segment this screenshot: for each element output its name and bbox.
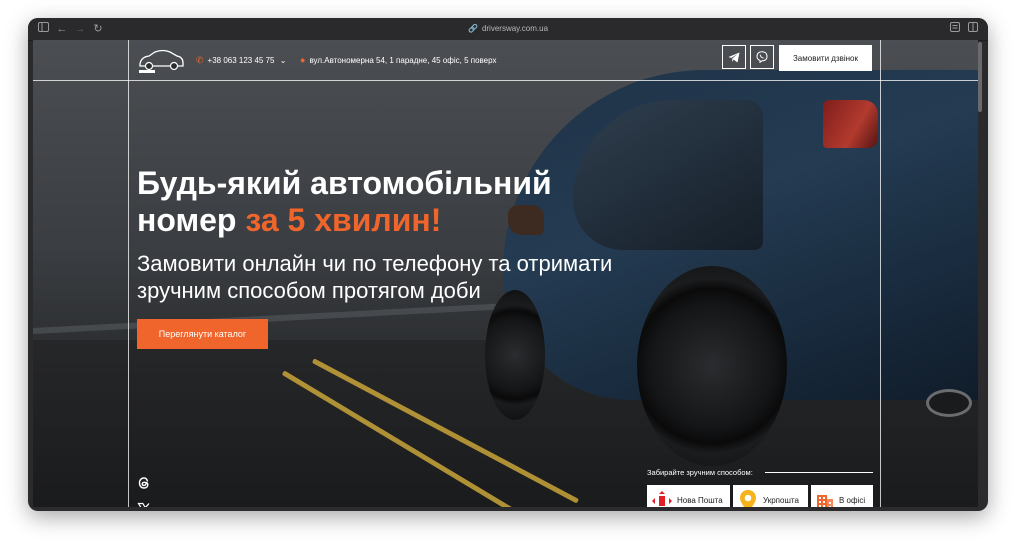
delivery-label: Забирайте зручним способом: <box>647 468 753 477</box>
delivery-option-nova-poshta[interactable]: Нова Пошта <box>647 485 730 507</box>
guard-rail <box>33 301 533 334</box>
site-logo[interactable] <box>137 46 185 74</box>
telegram-icon <box>728 52 740 62</box>
frame-line-right <box>880 40 881 507</box>
phone-icon: ✆ <box>196 55 204 65</box>
address-contact: ● вул.Автономерна 54, 1 парадне, 45 офіс,… <box>300 54 497 67</box>
page-scrollbar[interactable] <box>978 42 982 112</box>
browser-window: ← → ↻ 🔗 driversway.com.ua ✆ +38 063 123 … <box>28 18 988 511</box>
location-pin-icon: ● <box>300 55 306 65</box>
nova-poshta-icon <box>652 490 672 506</box>
browser-toolbar: ← → ↻ 🔗 driversway.com.ua <box>28 18 988 41</box>
delivery-option-label: Нова Пошта <box>677 496 723 505</box>
hero-title-line2-prefix: номер <box>137 202 246 238</box>
phone-number: +38 063 123 45 75 <box>207 56 275 65</box>
x-twitter-icon[interactable] <box>137 502 151 507</box>
ukrposhta-icon <box>740 489 756 507</box>
tabs-overview-icon[interactable] <box>966 22 980 36</box>
car-taillight <box>823 100 878 148</box>
address-bar[interactable]: 🔗 driversway.com.ua <box>28 22 988 36</box>
address-text: вул.Автономерна 54, 1 парадне, 45 офіс, … <box>309 56 497 65</box>
hero-title-accent: за 5 хвилин! <box>245 202 442 238</box>
url-text: driversway.com.ua <box>481 24 549 33</box>
car-exhaust <box>926 389 972 417</box>
order-call-button[interactable]: Замовити дзвінок <box>779 45 872 71</box>
viber-icon <box>756 51 768 63</box>
car-front-wheel <box>485 290 545 420</box>
chevron-down-icon: ⌄ <box>279 56 287 65</box>
view-catalog-button[interactable]: Переглянути каталог <box>137 319 268 349</box>
hero-title-line1: Будь-який автомобільний <box>137 165 552 201</box>
reader-icon[interactable] <box>948 22 962 36</box>
threads-icon[interactable] <box>137 476 151 490</box>
delivery-option-ukrposhta[interactable]: Укрпошта <box>733 485 808 507</box>
header-divider <box>33 80 978 81</box>
phone-contact[interactable]: ✆ +38 063 123 45 75 ⌄ <box>196 54 286 67</box>
delivery-divider <box>765 472 873 473</box>
frame-line-left <box>128 40 129 507</box>
link-icon: 🔗 <box>467 24 478 33</box>
web-page: ✆ +38 063 123 45 75 ⌄ ● вул.Автономерна 54… <box>33 40 978 507</box>
hero-subtitle: Замовити онлайн чи по телефону та отрима… <box>137 251 613 303</box>
hero-title: Будь-який автомобільний номер за 5 хвили… <box>137 165 657 239</box>
telegram-button[interactable] <box>722 45 746 69</box>
delivery-option-office[interactable]: В офісі <box>811 485 873 507</box>
delivery-option-label: В офісі <box>839 496 866 505</box>
viber-button[interactable] <box>750 45 774 69</box>
delivery-option-label: Укрпошта <box>763 496 799 505</box>
office-building-icon <box>817 494 833 507</box>
